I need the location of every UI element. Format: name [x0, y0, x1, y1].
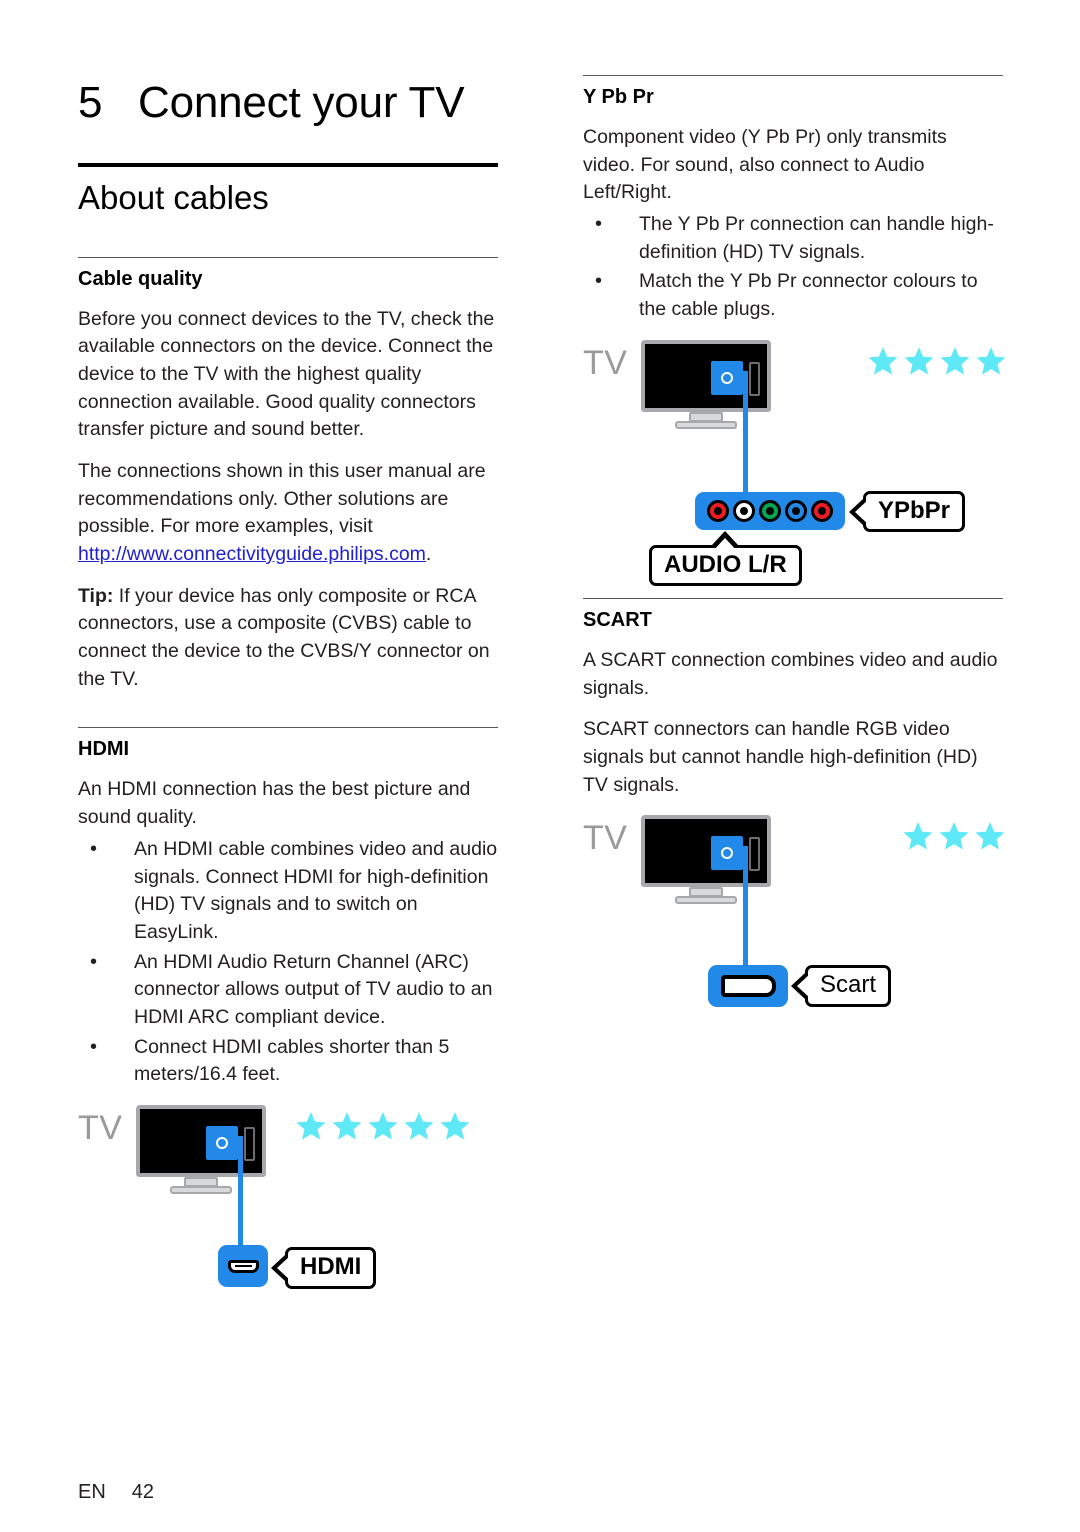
star-icon — [975, 822, 1005, 850]
list-item: Connect HDMI cables shorter than 5 meter… — [78, 1033, 498, 1089]
tv-illustration — [641, 815, 771, 905]
figure-hdmi-connection: TV HDMI — [78, 1105, 498, 1295]
tv-screen — [641, 815, 771, 888]
figure-ypbpr-connection: TV YPbPr AUDIO L/R — [583, 339, 1006, 587]
subheading-hdmi: HDMI — [78, 738, 130, 761]
paragraph-cable-quality-1: Before you connect devices to the TV, ch… — [78, 307, 495, 441]
tv-label: TV — [583, 343, 628, 382]
star-icon — [440, 1112, 470, 1140]
tip-text: If your device has only composite or RCA… — [78, 584, 490, 690]
star-rating-ypbpr — [868, 346, 1006, 376]
tv-side-panel — [749, 361, 760, 396]
cable-line — [743, 370, 748, 496]
tv-side-panel — [244, 1127, 255, 1162]
rca-connector-blue-pb — [785, 499, 807, 522]
paragraph-ypbpr-intro: Component video (Y Pb Pr) only transmits… — [583, 126, 947, 204]
manual-page: 5 Connect your TV About cables Cable qua… — [0, 0, 1080, 1532]
callout-audio-lr: AUDIO L/R — [649, 530, 802, 587]
tv-stand-base — [170, 1186, 232, 1195]
tv-connector-hole-icon — [721, 847, 733, 860]
star-icon — [368, 1112, 398, 1140]
tv-label: TV — [583, 819, 628, 858]
star-icon — [868, 346, 898, 375]
footer-language: EN — [78, 1481, 106, 1503]
subheading-scart: SCART — [583, 608, 652, 631]
scart-port-icon — [720, 975, 776, 998]
paragraph-cable-quality-2: The connections shown in this user manua… — [78, 458, 498, 569]
paragraph-scart-1: A SCART connection combines video and au… — [583, 648, 998, 699]
tv-illustration — [641, 339, 771, 430]
rca-connector-block — [695, 491, 845, 530]
ypbpr-bullet-list: The Y Pb Pr connection can handle high-d… — [583, 210, 1003, 324]
right-column: Y Pb Pr Component video (Y Pb Pr) only t… — [583, 0, 1006, 1015]
star-icon — [903, 822, 933, 850]
tv-connector-highlight — [711, 836, 743, 871]
rca-connector-red-audio-r — [811, 499, 833, 522]
subsection-rule-scart — [583, 597, 1003, 599]
tip-label: Tip: — [78, 584, 114, 607]
star-icon — [296, 1112, 326, 1140]
rca-connector-green-y — [759, 499, 781, 522]
star-icon — [904, 346, 934, 375]
cable-line — [238, 1136, 243, 1249]
section-rule-thick — [78, 163, 498, 168]
chapter-title-text: Connect your TV — [138, 78, 465, 127]
tv-connector-hole-icon — [216, 1137, 228, 1150]
chapter-title: 5 Connect your TV — [78, 78, 498, 127]
hdmi-connector-block — [218, 1245, 268, 1288]
cable-line — [743, 846, 748, 969]
tv-side-panel — [749, 837, 760, 872]
paragraph-text-before-link: The connections shown in this user manua… — [78, 459, 486, 538]
hdmi-bullet-list: An HDMI cable combines video and audio s… — [78, 835, 498, 1089]
tv-connector-hole-icon — [721, 371, 733, 384]
star-icon — [976, 346, 1006, 375]
list-item: An HDMI cable combines video and audio s… — [78, 835, 498, 947]
tv-connector-highlight — [711, 360, 743, 395]
tv-stand-base — [675, 420, 737, 429]
scart-connector-block — [708, 965, 788, 1008]
subsection-rule-hdmi — [78, 727, 498, 729]
star-icon — [404, 1112, 434, 1140]
paragraph-text-after-link: . — [425, 543, 432, 566]
hdmi-port-icon — [227, 1259, 259, 1273]
list-item: An HDMI Audio Return Channel (ARC) conne… — [78, 948, 498, 1032]
left-column: 5 Connect your TV About cables Cable qua… — [78, 0, 498, 1295]
subheading-ypbpr: Y Pb Pr — [583, 86, 654, 108]
paragraph-scart-2: SCART connectors can handle RGB video si… — [583, 718, 978, 796]
figure-scart-connection: TV Scart — [583, 815, 1005, 1015]
connectivity-guide-link[interactable]: http://www.connectivityguide.philips.com — [78, 543, 426, 565]
star-icon — [332, 1112, 362, 1140]
tv-label: TV — [78, 1109, 123, 1148]
callout-ypbpr: YPbPr — [863, 490, 966, 533]
tv-screen — [136, 1105, 266, 1178]
star-icon — [940, 346, 970, 375]
star-icon — [939, 822, 969, 850]
section-heading-about-cables: About cables — [78, 179, 269, 217]
list-item: The Y Pb Pr connection can handle high-d… — [583, 210, 1003, 266]
chapter-number: 5 — [78, 78, 103, 127]
subsection-rule-cable-quality — [78, 256, 498, 258]
paragraph-hdmi-intro: An HDMI connection has the best picture … — [78, 778, 471, 829]
footer-page-number: 42 — [131, 1481, 155, 1503]
rca-connector-white-audio-l — [733, 499, 755, 522]
subsection-rule-ypbpr — [583, 75, 1003, 76]
star-rating-scart — [903, 821, 1005, 851]
subheading-cable-quality: Cable quality — [78, 267, 203, 290]
rca-connector-red-pr — [707, 499, 729, 522]
star-rating-hdmi — [296, 1111, 470, 1141]
paragraph-tip: Tip: If your device has only composite o… — [78, 583, 498, 694]
list-item: Match the Y Pb Pr connector colours to t… — [583, 267, 1003, 323]
tv-illustration — [136, 1105, 266, 1195]
tv-connector-highlight — [206, 1126, 238, 1161]
callout-scart: Scart — [805, 965, 892, 1007]
page-footer: EN 42 — [78, 1481, 154, 1504]
tv-stand-base — [675, 896, 737, 905]
callout-hdmi: HDMI — [285, 1247, 377, 1289]
tv-screen — [641, 339, 771, 412]
